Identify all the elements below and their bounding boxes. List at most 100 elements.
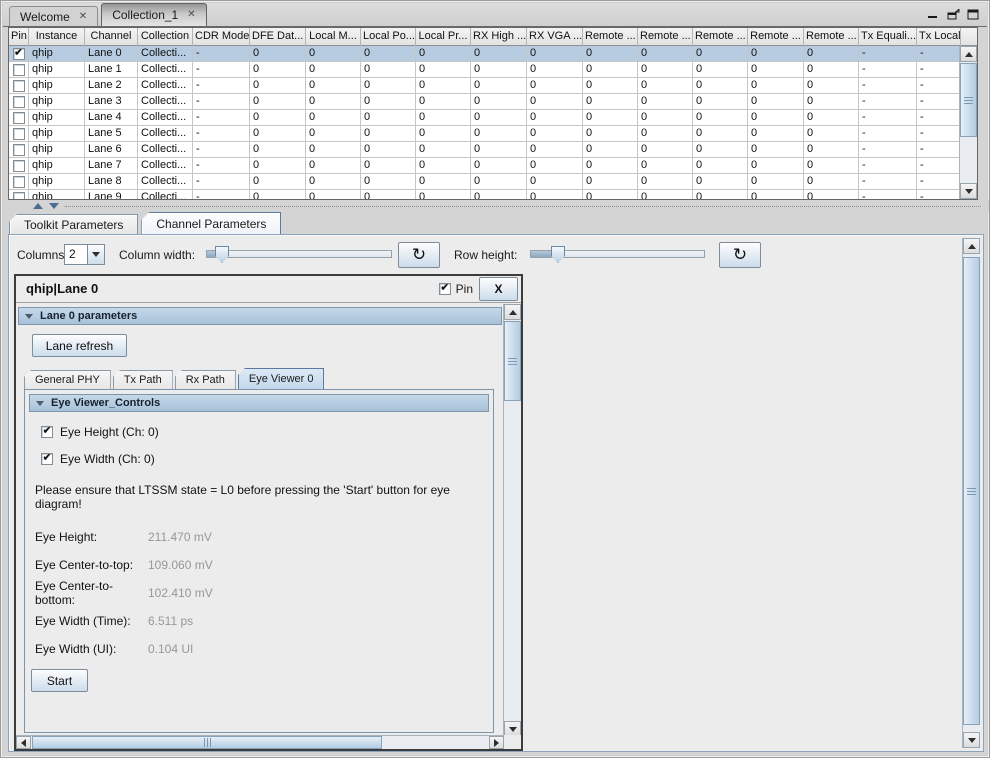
pin-checkbox[interactable] (13, 192, 25, 200)
row-pin-cell[interactable] (9, 78, 29, 94)
table-vertical-scrollbar[interactable] (959, 46, 977, 199)
column-header[interactable]: CDR Mode (193, 28, 250, 46)
scrollbar-thumb[interactable] (960, 63, 977, 137)
pin-checkbox[interactable] (13, 64, 25, 76)
pin-checkbox[interactable] (13, 112, 25, 124)
scroll-up-button[interactable] (504, 304, 521, 320)
editor-tab-welcome[interactable]: Welcome✕ (9, 6, 98, 26)
maximize-icon[interactable] (967, 9, 979, 20)
pin-control[interactable]: ✔ Pin (439, 282, 473, 296)
lane-parameters-group-header[interactable]: Lane 0 parameters (18, 307, 502, 325)
table-row[interactable]: qhipLane 1Collecti...-00000000000-- (9, 62, 959, 78)
column-header[interactable]: Tx Local... (917, 28, 961, 46)
close-icon[interactable]: ✕ (187, 10, 195, 20)
collapse-up-icon[interactable] (33, 203, 43, 209)
column-header[interactable]: Pin (9, 28, 29, 46)
lane-tab-eye-viewer-0[interactable]: Eye Viewer 0 (238, 368, 325, 389)
eye-viewer-controls-header[interactable]: Eye Viewer_Controls (29, 394, 489, 412)
scroll-up-button[interactable] (960, 46, 977, 62)
collapse-down-icon[interactable] (49, 203, 59, 209)
scrollbar-thumb[interactable] (32, 736, 382, 749)
row-refresh-button[interactable]: ↻ (719, 242, 761, 268)
table-row[interactable]: qhipLane 8Collecti...-00000000000-- (9, 174, 959, 190)
row-pin-cell[interactable] (9, 110, 29, 126)
scrollbar-thumb[interactable] (963, 257, 980, 725)
table-row[interactable]: qhipLane 7Collecti...-00000000000-- (9, 158, 959, 174)
lane-tab-rx-path[interactable]: Rx Path (175, 370, 236, 389)
row-pin-cell[interactable] (9, 62, 29, 78)
table-row[interactable]: qhipLane 4Collecti...-00000000000-- (9, 110, 959, 126)
float-window-icon[interactable] (947, 9, 959, 20)
lane-tab-general-phy[interactable]: General PHY (24, 370, 111, 389)
pin-checkbox[interactable] (13, 80, 25, 92)
panel-vertical-scrollbar[interactable] (503, 304, 521, 737)
table-row[interactable]: qhipLane 3Collecti...-00000000000-- (9, 94, 959, 110)
table-row[interactable]: qhipLane 9Collecti...-00000000000-- (9, 190, 959, 199)
scroll-down-button[interactable] (963, 732, 980, 748)
row-pin-cell[interactable]: ✔ (9, 46, 29, 62)
row-pin-cell[interactable] (9, 126, 29, 142)
eye-checkbox-row[interactable]: ✔Eye Height (Ch: 0) (41, 425, 493, 439)
scroll-right-button[interactable] (489, 736, 504, 749)
table-row[interactable]: qhipLane 6Collecti...-00000000000-- (9, 142, 959, 158)
pane-splitter[interactable] (3, 200, 989, 212)
column-header[interactable]: Remote ... (693, 28, 748, 46)
lane-tab-tx-path[interactable]: Tx Path (113, 370, 173, 389)
close-icon[interactable]: ✕ (79, 12, 87, 22)
start-button[interactable]: Start (31, 669, 88, 692)
checkbox-icon[interactable]: ✔ (41, 453, 53, 465)
row-pin-cell[interactable] (9, 158, 29, 174)
pin-checkbox[interactable] (13, 176, 25, 188)
column-header[interactable]: RX VGA ... (527, 28, 583, 46)
scroll-left-button[interactable] (16, 736, 31, 749)
column-header[interactable]: Remote ... (748, 28, 804, 46)
pin-checkbox[interactable]: ✔ (439, 283, 451, 295)
row-pin-cell[interactable] (9, 142, 29, 158)
column-header[interactable]: Local M... (306, 28, 361, 46)
columns-select[interactable]: 2 (64, 244, 105, 265)
close-panel-button[interactable]: X (479, 277, 518, 301)
column-header[interactable]: Remote ... (583, 28, 638, 46)
minimize-icon[interactable] (927, 9, 939, 20)
table-row[interactable]: ✔qhipLane 0Collecti...-00000000000-- (9, 46, 959, 62)
column-header[interactable]: Tx Equali... (859, 28, 917, 46)
pane-vertical-scrollbar[interactable] (962, 238, 980, 748)
pin-checkbox[interactable] (13, 144, 25, 156)
pin-checkbox[interactable] (13, 160, 25, 172)
panel-horizontal-scrollbar[interactable] (16, 735, 504, 749)
table-row[interactable]: qhipLane 5Collecti...-00000000000-- (9, 126, 959, 142)
collapse-triangle-icon[interactable] (36, 401, 44, 406)
slider-thumb[interactable] (215, 246, 229, 263)
column-header[interactable]: Remote ... (638, 28, 693, 46)
column-header[interactable]: RX High ... (471, 28, 527, 46)
row-pin-cell[interactable] (9, 174, 29, 190)
pin-checkbox[interactable] (13, 96, 25, 108)
row-pin-cell[interactable] (9, 94, 29, 110)
column-header[interactable]: Instance (29, 28, 85, 46)
pane-tab-toolkit-parameters[interactable]: Toolkit Parameters (9, 214, 138, 234)
editor-tab-collection_1[interactable]: Collection_1✕ (101, 3, 206, 26)
pane-tab-channel-parameters[interactable]: Channel Parameters (141, 212, 281, 234)
table-row[interactable]: qhipLane 2Collecti...-00000000000-- (9, 78, 959, 94)
lane-refresh-button[interactable]: Lane refresh (32, 334, 127, 357)
eye-checkbox-row[interactable]: ✔Eye Width (Ch: 0) (41, 452, 493, 466)
pin-checkbox[interactable] (13, 128, 25, 140)
scrollbar-thumb[interactable] (504, 321, 521, 401)
column-header[interactable]: Remote ... (804, 28, 859, 46)
column-header[interactable]: Local Pr... (416, 28, 471, 46)
collapse-triangle-icon[interactable] (25, 314, 33, 319)
checkbox-icon[interactable]: ✔ (41, 426, 53, 438)
dropdown-button[interactable] (87, 245, 104, 264)
column-header[interactable]: DFE Dat... (250, 28, 306, 46)
scroll-down-button[interactable] (960, 183, 977, 199)
row-pin-cell[interactable] (9, 190, 29, 199)
column-width-slider[interactable] (206, 250, 392, 258)
splitter-handle[interactable] (65, 206, 981, 207)
scroll-up-button[interactable] (963, 238, 980, 254)
slider-thumb[interactable] (551, 246, 565, 263)
column-refresh-button[interactable]: ↻ (398, 242, 440, 268)
pin-checkbox[interactable]: ✔ (13, 48, 25, 60)
column-header[interactable]: Channel (85, 28, 138, 46)
column-header[interactable]: Collection (138, 28, 193, 46)
row-height-slider[interactable] (530, 250, 705, 258)
